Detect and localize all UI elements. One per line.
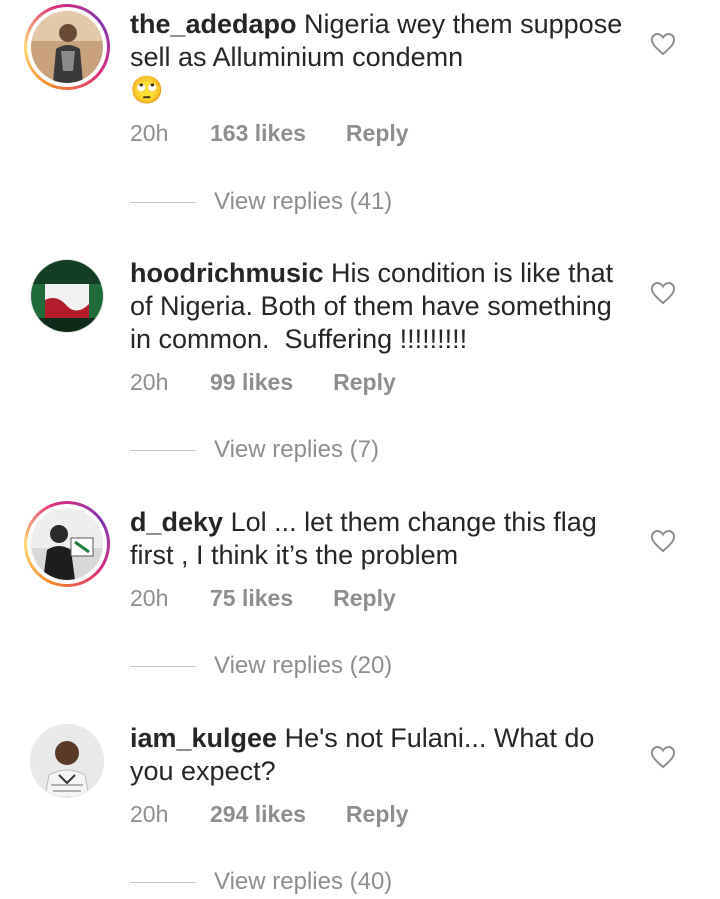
- comment-text: the_adedapo Nigeria wey them suppose sel…: [130, 8, 630, 107]
- heart-outline-icon[interactable]: [650, 529, 676, 553]
- avatar-wrap[interactable]: [24, 718, 110, 804]
- view-replies-label: View replies (40): [214, 868, 393, 895]
- comment-text: hoodrichmusic His condition is like that…: [130, 257, 630, 356]
- comment-time: 20h: [130, 585, 169, 611]
- avatar-wrap[interactable]: [24, 253, 110, 339]
- view-replies-button[interactable]: View replies (41): [130, 188, 392, 216]
- reply-button[interactable]: Reply: [346, 801, 409, 828]
- reply-button[interactable]: Reply: [333, 585, 396, 612]
- comment-time: 20h: [130, 120, 169, 146]
- heart-outline-icon[interactable]: [650, 281, 676, 305]
- divider-line: [130, 449, 196, 451]
- comment-meta: 20h 294 likes Reply: [130, 801, 409, 828]
- comment-username[interactable]: hoodrichmusic: [130, 258, 324, 288]
- view-replies-label: View replies (20): [214, 652, 393, 679]
- comment-username[interactable]: the_adedapo: [130, 9, 297, 39]
- avatar: [30, 259, 104, 333]
- avatar-story-ring[interactable]: [24, 4, 110, 90]
- divider-line: [130, 201, 196, 203]
- reply-button[interactable]: Reply: [333, 369, 396, 396]
- divider-line: [130, 665, 196, 667]
- comment-text: iam_kulgee He's not Fulani... What do yo…: [130, 722, 630, 788]
- heart-outline-icon[interactable]: [650, 745, 676, 769]
- comment-username[interactable]: d_deky: [130, 507, 223, 537]
- view-replies-label: View replies (41): [214, 188, 393, 215]
- view-replies-button[interactable]: View replies (40): [130, 868, 392, 896]
- heart-outline-icon[interactable]: [650, 32, 676, 56]
- comment-time: 20h: [130, 801, 169, 827]
- comment-meta: 20h 163 likes Reply: [130, 120, 409, 147]
- comment-time: 20h: [130, 369, 169, 395]
- likes-count[interactable]: 294 likes: [210, 801, 306, 828]
- comment-text: d_deky Lol ... let them change this flag…: [130, 506, 630, 572]
- comment-meta: 20h 75 likes Reply: [130, 585, 396, 612]
- likes-count[interactable]: 163 likes: [210, 120, 306, 147]
- comment-meta: 20h 99 likes Reply: [130, 369, 396, 396]
- view-replies-label: View replies (7): [214, 436, 379, 463]
- comment-username[interactable]: iam_kulgee: [130, 723, 277, 753]
- reply-button[interactable]: Reply: [346, 120, 409, 147]
- avatar: [30, 724, 104, 798]
- divider-line: [130, 881, 196, 883]
- avatar: [31, 11, 103, 83]
- avatar-story-ring[interactable]: [24, 501, 110, 587]
- view-replies-button[interactable]: View replies (7): [130, 436, 379, 464]
- likes-count[interactable]: 99 likes: [210, 369, 293, 396]
- view-replies-button[interactable]: View replies (20): [130, 652, 392, 680]
- avatar: [31, 508, 103, 580]
- likes-count[interactable]: 75 likes: [210, 585, 293, 612]
